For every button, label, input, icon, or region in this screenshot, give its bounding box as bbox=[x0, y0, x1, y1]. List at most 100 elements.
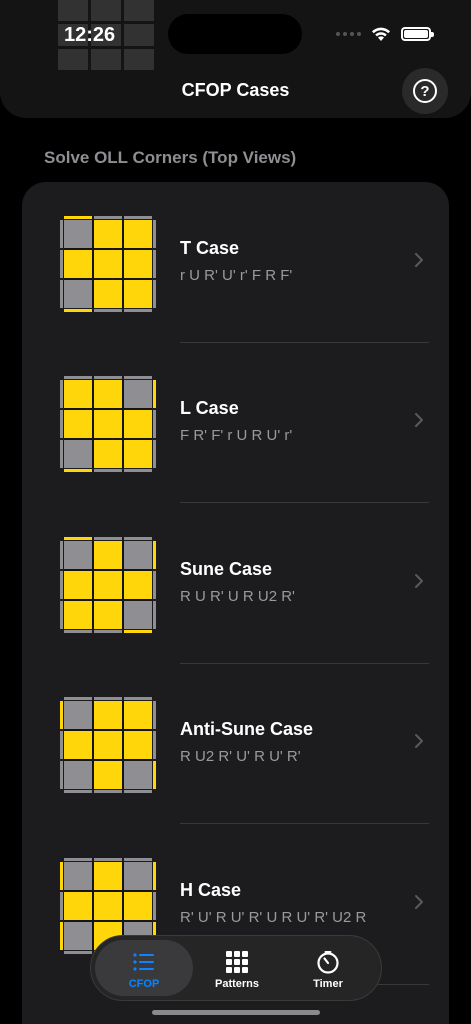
cube-edge-sticker bbox=[60, 280, 63, 308]
list-item-case-2[interactable]: Sune Case R U R' U R U2 R' bbox=[22, 503, 449, 663]
chevron-right-icon bbox=[415, 895, 423, 909]
cube-sticker bbox=[94, 892, 122, 920]
cube-sticker bbox=[64, 862, 92, 890]
cube-sticker bbox=[124, 250, 152, 278]
cube-edge-sticker bbox=[94, 309, 122, 312]
cube-sticker bbox=[94, 250, 122, 278]
cube-sticker bbox=[64, 601, 92, 629]
cube-sticker bbox=[124, 410, 152, 438]
cube-edge-sticker bbox=[60, 571, 63, 599]
cube-edge-sticker bbox=[94, 858, 122, 861]
cube-edge-sticker bbox=[94, 469, 122, 472]
cube-sticker bbox=[124, 220, 152, 248]
cube-edge-sticker bbox=[153, 862, 156, 890]
cube-edge-sticker bbox=[64, 469, 92, 472]
cube-sticker bbox=[64, 250, 92, 278]
status-icons bbox=[336, 26, 434, 42]
cube-edge-sticker bbox=[153, 571, 156, 599]
cube-sticker bbox=[64, 571, 92, 599]
cube-edge-sticker bbox=[64, 376, 92, 379]
cube-sticker bbox=[124, 761, 152, 789]
cube-sticker bbox=[124, 571, 152, 599]
list-item-case-0[interactable]: T Case r U R' U' r' F R F' bbox=[22, 182, 449, 342]
cube-edge-sticker bbox=[94, 697, 122, 700]
status-time: 12:26 bbox=[64, 24, 116, 46]
question-mark-icon: ? bbox=[413, 79, 437, 103]
page-title: CFOP Cases bbox=[181, 80, 290, 100]
cube-sticker bbox=[94, 601, 122, 629]
cube-top-view-icon bbox=[60, 697, 156, 793]
cube-sticker bbox=[94, 701, 122, 729]
cube-edge-sticker bbox=[64, 537, 92, 540]
cube-sticker bbox=[64, 922, 92, 950]
cube-sticker bbox=[94, 440, 122, 468]
cube-edge-sticker bbox=[60, 731, 63, 759]
list-icon bbox=[133, 953, 154, 971]
cube-edge-sticker bbox=[64, 790, 92, 793]
cube-edge-sticker bbox=[64, 630, 92, 633]
case-title: Sune Case bbox=[180, 559, 273, 579]
cube-sticker bbox=[64, 731, 92, 759]
cube-edge-sticker bbox=[124, 469, 152, 472]
cube-top-view-icon bbox=[60, 376, 156, 472]
signal-icon bbox=[336, 32, 361, 36]
cube-sticker bbox=[124, 601, 152, 629]
cube-edge-sticker bbox=[153, 410, 156, 438]
section-header: Solve OLL Corners (Top Views) bbox=[44, 148, 297, 167]
tab-label: CFOP bbox=[128, 978, 160, 990]
case-title: H Case bbox=[180, 880, 242, 900]
cube-edge-sticker bbox=[60, 250, 63, 278]
cube-edge-sticker bbox=[60, 701, 63, 729]
cube-edge-sticker bbox=[153, 701, 156, 729]
list-item-case-1[interactable]: L Case F R' F' r U R U' r' bbox=[22, 342, 449, 502]
cube-edge-sticker bbox=[60, 541, 63, 569]
cube-sticker bbox=[124, 862, 152, 890]
cube-sticker bbox=[124, 892, 152, 920]
cube-sticker bbox=[94, 541, 122, 569]
cube-sticker bbox=[94, 862, 122, 890]
cube-edge-sticker bbox=[153, 440, 156, 468]
case-algorithm: R' U' R U' R' U R U' R' U2 R bbox=[180, 909, 367, 926]
cube-edge-sticker bbox=[64, 309, 92, 312]
cube-edge-sticker bbox=[124, 790, 152, 793]
cube-sticker bbox=[94, 410, 122, 438]
wifi-icon bbox=[372, 27, 390, 41]
tab-label: Patterns bbox=[214, 978, 260, 990]
cube-sticker bbox=[64, 380, 92, 408]
cube-edge-sticker bbox=[94, 790, 122, 793]
cube-sticker bbox=[94, 571, 122, 599]
case-title: Anti-Sune Case bbox=[180, 719, 314, 739]
tab-cfop[interactable]: CFOP bbox=[95, 940, 193, 996]
cube-sticker bbox=[94, 380, 122, 408]
cube-sticker bbox=[124, 541, 152, 569]
help-button[interactable]: ? bbox=[402, 68, 448, 114]
cube-edge-sticker bbox=[124, 216, 152, 219]
cube-edge-sticker bbox=[60, 380, 63, 408]
cube-sticker bbox=[94, 731, 122, 759]
cube-edge-sticker bbox=[94, 376, 122, 379]
cube-edge-sticker bbox=[60, 601, 63, 629]
cube-edge-sticker bbox=[94, 630, 122, 633]
case-algorithm: r U R' U' r' F R F' bbox=[180, 267, 293, 284]
cube-edge-sticker bbox=[153, 220, 156, 248]
cube-sticker bbox=[64, 280, 92, 308]
tab-patterns[interactable]: Patterns bbox=[188, 940, 286, 996]
case-title: L Case bbox=[180, 398, 239, 418]
cube-sticker bbox=[94, 280, 122, 308]
tab-timer[interactable]: Timer bbox=[279, 940, 377, 996]
case-title: T Case bbox=[180, 238, 240, 258]
battery-icon bbox=[401, 27, 434, 41]
cube-edge-sticker bbox=[60, 922, 63, 950]
grid-icon bbox=[226, 951, 248, 973]
cube-edge-sticker bbox=[124, 376, 152, 379]
list-item-case-3[interactable]: Anti-Sune Case R U2 R' U' R U' R' bbox=[22, 663, 449, 823]
cube-edge-sticker bbox=[153, 601, 156, 629]
navigation-bar: 12:26 CFOP Cases ? bbox=[0, 0, 471, 118]
cube-edge-sticker bbox=[153, 280, 156, 308]
cube-sticker bbox=[124, 380, 152, 408]
cube-edge-sticker bbox=[60, 862, 63, 890]
cube-edge-sticker bbox=[153, 761, 156, 789]
case-algorithm: F R' F' r U R U' r' bbox=[180, 427, 293, 444]
timer-icon bbox=[317, 951, 339, 974]
cube-edge-sticker bbox=[153, 250, 156, 278]
